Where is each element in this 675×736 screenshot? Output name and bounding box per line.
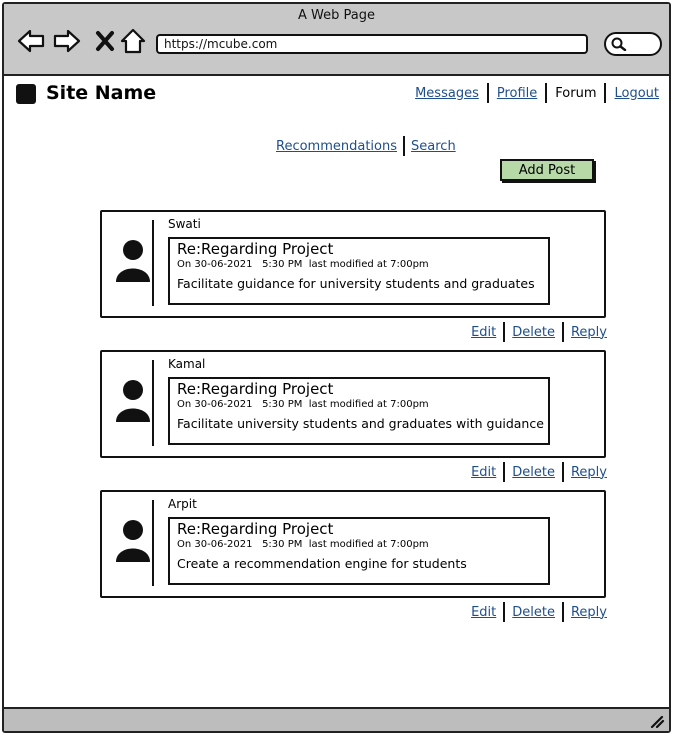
post-divider	[152, 500, 154, 586]
status-bar	[4, 707, 669, 731]
post-modified: last modified at 7:00pm	[308, 259, 429, 270]
edit-link[interactable]: Edit	[464, 325, 503, 340]
post-body: Create a recommendation engine for stude…	[177, 556, 467, 571]
delete-link[interactable]: Delete	[505, 605, 562, 620]
post-author: Arpit	[168, 497, 197, 511]
post-modified: last modified at 7:00pm	[308, 539, 429, 550]
resize-grip-icon[interactable]	[649, 714, 665, 728]
post-divider	[152, 220, 154, 306]
add-post-button[interactable]: Add Post	[500, 159, 594, 181]
post-message-box: Re:Regarding Project On 30-06-2021 5:30 …	[168, 377, 550, 445]
post-time: 5:30 PM	[262, 259, 303, 270]
forum-subnav: Recommendations Search	[270, 136, 462, 156]
post-body: Facilitate university students and gradu…	[177, 416, 544, 431]
edit-link[interactable]: Edit	[464, 605, 503, 620]
post-divider	[152, 360, 154, 446]
back-arrow-icon[interactable]	[16, 26, 46, 56]
search-icon	[611, 37, 627, 51]
browser-search-box[interactable]	[604, 32, 662, 56]
home-icon[interactable]	[118, 26, 148, 56]
post-actions: Edit Delete Reply	[464, 322, 607, 342]
post-actions: Edit Delete Reply	[464, 462, 607, 482]
browser-chrome: A Web Page https://mcube.com	[4, 4, 669, 76]
url-text: https://mcube.com	[164, 37, 278, 51]
post-body: Facilitate guidance for university stude…	[177, 276, 535, 291]
nav-profile-link[interactable]: Profile	[489, 86, 545, 101]
post-date: On 30-06-2021	[177, 399, 253, 410]
post-meta: On 30-06-2021 5:30 PM last modified at 7…	[177, 399, 429, 410]
top-nav: Messages Profile Forum Logout	[407, 83, 659, 103]
nav-logout-link[interactable]: Logout	[606, 86, 659, 101]
nav-forum-current: Forum	[555, 85, 597, 101]
edit-link[interactable]: Edit	[464, 465, 503, 480]
post-subject: Re:Regarding Project	[177, 520, 334, 538]
reply-link[interactable]: Reply	[564, 605, 607, 620]
avatar-icon	[116, 380, 150, 422]
recommendations-link[interactable]: Recommendations	[270, 139, 403, 154]
delete-link[interactable]: Delete	[505, 465, 562, 480]
site-name: Site Name	[46, 82, 157, 104]
avatar-icon	[116, 520, 150, 562]
post-subject: Re:Regarding Project	[177, 380, 334, 398]
window-title: A Web Page	[298, 8, 375, 23]
post-time: 5:30 PM	[262, 539, 303, 550]
post-subject: Re:Regarding Project	[177, 240, 334, 258]
post-date: On 30-06-2021	[177, 539, 253, 550]
post-date: On 30-06-2021	[177, 259, 253, 270]
post-author: Swati	[168, 217, 201, 231]
post-meta: On 30-06-2021 5:30 PM last modified at 7…	[177, 539, 429, 550]
post-message-box: Re:Regarding Project On 30-06-2021 5:30 …	[168, 517, 550, 585]
site-logo	[16, 84, 36, 104]
address-bar[interactable]: https://mcube.com	[156, 34, 588, 54]
post-modified: last modified at 7:00pm	[308, 399, 429, 410]
reply-link[interactable]: Reply	[564, 325, 607, 340]
forum-post: Kamal Re:Regarding Project On 30-06-2021…	[100, 350, 606, 458]
forum-post: Arpit Re:Regarding Project On 30-06-2021…	[100, 490, 606, 598]
forward-arrow-icon[interactable]	[52, 26, 82, 56]
post-message-box: Re:Regarding Project On 30-06-2021 5:30 …	[168, 237, 550, 305]
post-actions: Edit Delete Reply	[464, 602, 607, 622]
post-meta: On 30-06-2021 5:30 PM last modified at 7…	[177, 259, 429, 270]
delete-link[interactable]: Delete	[505, 325, 562, 340]
close-icon[interactable]	[90, 26, 120, 56]
nav-messages-link[interactable]: Messages	[407, 86, 487, 101]
avatar-icon	[116, 240, 150, 282]
post-time: 5:30 PM	[262, 399, 303, 410]
post-author: Kamal	[168, 357, 206, 371]
forum-post: Swati Re:Regarding Project On 30-06-2021…	[100, 210, 606, 318]
search-link[interactable]: Search	[405, 139, 462, 154]
reply-link[interactable]: Reply	[564, 465, 607, 480]
